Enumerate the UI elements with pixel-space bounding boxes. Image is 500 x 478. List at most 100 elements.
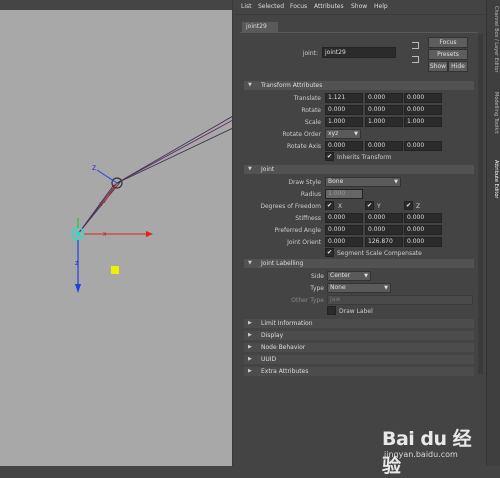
scale-y-field[interactable]: 1.000 [365,117,403,127]
stiffness-y-field[interactable]: 0.000 [365,213,403,223]
section-limit-information[interactable]: ▶ Limit Information [244,319,474,328]
attribute-editor: List Selected Focus Attributes Show Help… [234,0,486,466]
section-title: Limit Information [261,320,313,327]
stiffness-label: Stiffness [295,215,321,222]
collapse-triangle-icon: ▼ [248,260,252,266]
side-label: Side [311,273,324,280]
tab-divider [240,32,478,33]
rotate-z-field[interactable]: 0.000 [404,105,442,115]
section-transform-attributes[interactable]: ▼ Transform Attributes [244,81,474,90]
section-title: Transform Attributes [261,82,323,89]
menu-selected[interactable]: Selected [258,3,284,10]
scale-z-field[interactable]: 1.000 [404,117,442,127]
other-type-field[interactable]: jaw [327,295,473,305]
dof-x-checkbox[interactable]: ✔ [325,201,334,210]
baidu-watermark: Bai du 经验 jingyan.baidu.com [382,418,486,477]
chevron-down-icon: ▼ [384,285,388,291]
joint-orient-z-field[interactable]: 0.000 [404,237,442,247]
bone-line [116,119,233,184]
dof-y-checkbox[interactable]: ✔ [365,201,374,210]
dof-y-label: Y [377,203,381,210]
draw-style-dropdown[interactable]: Bone ▼ [325,177,401,187]
type-dropdown[interactable]: None ▼ [327,283,391,293]
x-axis-label: X [99,202,103,208]
section-title: Extra Attributes [261,368,309,375]
section-title: Node Behavior [261,344,306,351]
hide-button[interactable]: Hide [448,61,468,72]
radius-label: Radius [300,191,321,198]
section-display[interactable]: ▶ Display [244,331,474,340]
joint-orient-y-field[interactable]: 126.870 [365,237,403,247]
menu-show[interactable]: Show [351,3,367,10]
joint-orient-x-field[interactable]: 0.000 [325,237,363,247]
move-x-label: X [103,232,107,238]
segment-scale-checkbox[interactable]: ✔ [325,248,334,257]
chevron-down-icon: ▼ [394,179,398,185]
menu-help[interactable]: Help [374,3,388,10]
rotate-axis-label: Rotate Axis [287,143,321,150]
tab-attribute-editor[interactable]: Attribute Editor [489,160,499,198]
move-z-arrow[interactable] [75,284,81,293]
section-uuid[interactable]: ▶ UUID [244,355,474,364]
radius-field[interactable]: 1.000 [325,189,363,199]
expand-triangle-icon: ▶ [248,344,252,350]
draw-style-label: Draw Style [288,179,321,186]
input-connection-icon[interactable] [412,42,419,49]
section-node-behavior[interactable]: ▶ Node Behavior [244,343,474,352]
preferred-angle-z-field[interactable]: 0.000 [404,225,442,235]
side-dropdown[interactable]: Center ▼ [327,271,371,281]
vertical-scrollbar[interactable] [478,34,483,374]
rotate-order-dropdown[interactable]: xyz ▼ [325,129,361,139]
viewport-panel[interactable]: Z X X Z [0,0,233,466]
inherits-transform-checkbox[interactable]: ✔ [325,152,334,161]
menu-list[interactable]: List [241,3,252,10]
translate-y-field[interactable]: 0.000 [365,93,403,103]
draw-label-label: Draw Label [339,308,373,315]
section-extra-attributes[interactable]: ▶ Extra Attributes [244,367,474,376]
stiffness-x-field[interactable]: 0.000 [325,213,363,223]
rotate-x-field[interactable]: 0.000 [325,105,363,115]
draw-label-checkbox[interactable] [327,306,336,315]
side-value: Center [330,272,351,279]
preferred-angle-x-field[interactable]: 0.000 [325,225,363,235]
inherits-transform-label: Inherits Transform [337,154,392,161]
editor-menubar: List Selected Focus Attributes Show Help [234,0,486,15]
output-connection-icon[interactable] [412,56,419,63]
focus-button[interactable]: Focus [428,37,468,48]
dof-z-checkbox[interactable]: ✔ [404,201,413,210]
dof-z-label: Z [416,203,421,210]
locator-square[interactable] [111,266,119,274]
section-title: Joint [261,166,275,173]
rotate-axis-x-field[interactable]: 0.000 [325,141,363,151]
translate-x-field[interactable]: 1.121 [325,93,363,103]
scale-x-field[interactable]: 1.000 [325,117,363,127]
section-title: UUID [261,356,277,363]
translate-z-field[interactable]: 0.000 [404,93,442,103]
menu-focus[interactable]: Focus [290,3,307,10]
presets-button[interactable]: Presets [428,49,468,60]
tab-modelling-toolkit[interactable]: Modelling Toolkit [489,92,499,134]
rotate-y-field[interactable]: 0.000 [365,105,403,115]
preferred-angle-y-field[interactable]: 0.000 [365,225,403,235]
show-button[interactable]: Show [428,61,448,72]
scene-canvas[interactable]: Z X X Z [0,0,233,466]
move-x-arrow[interactable] [146,231,153,237]
expand-triangle-icon: ▶ [248,320,252,326]
tab-joint29[interactable]: joint29 [242,22,278,32]
joint-orient-label: Joint Orient [287,239,321,246]
stiffness-z-field[interactable]: 0.000 [404,213,442,223]
tab-channel-box[interactable]: Channel Box / Layer Editor [489,6,499,73]
expand-triangle-icon: ▶ [248,356,252,362]
section-joint-labelling[interactable]: ▼ Joint Labelling [244,259,474,268]
translate-label: Translate [293,95,321,102]
expand-triangle-icon: ▶ [248,368,252,374]
expand-triangle-icon: ▶ [248,332,252,338]
section-joint[interactable]: ▼ Joint [244,165,474,174]
node-name-field[interactable]: joint29 [322,47,396,58]
viewport-border [232,0,233,466]
rotate-axis-z-field[interactable]: 0.000 [404,141,442,151]
menu-attributes[interactable]: Attributes [314,3,344,10]
bone-shape [116,115,233,184]
rotate-axis-y-field[interactable]: 0.000 [365,141,403,151]
rotate-order-label: Rotate Order [282,131,321,138]
